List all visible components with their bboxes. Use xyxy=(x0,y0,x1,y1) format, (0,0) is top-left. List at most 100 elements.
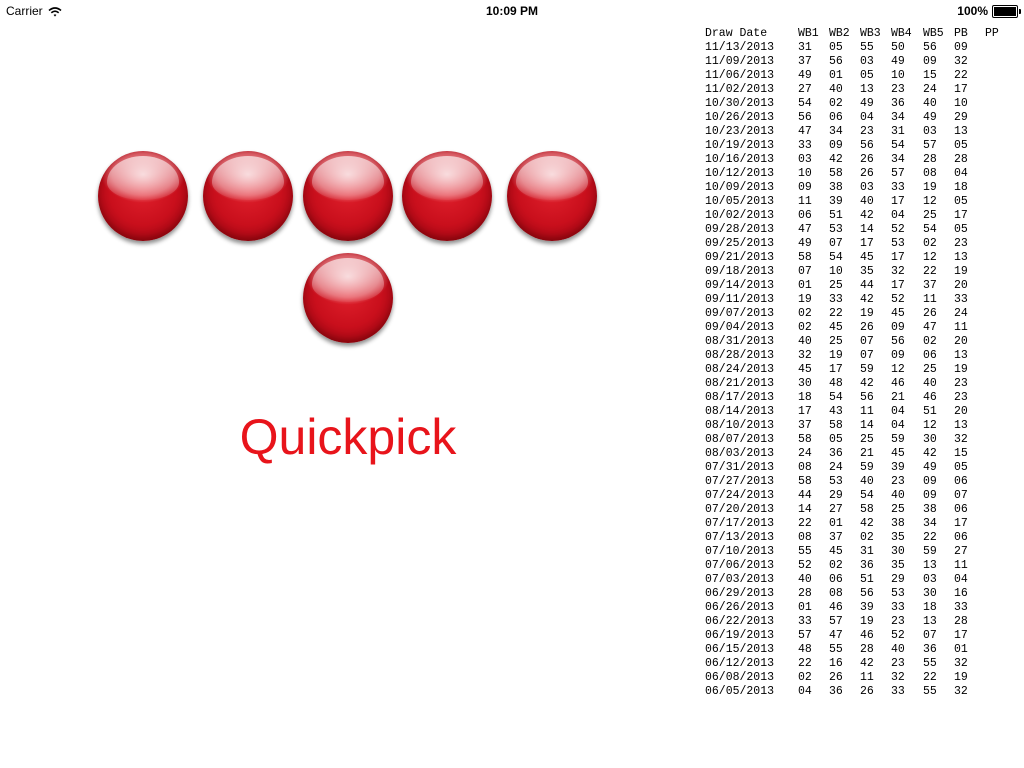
history-cell-wb4: 35 xyxy=(891,559,905,572)
history-cell-wb5: 47 xyxy=(923,321,937,334)
history-row: 06/29/2013 28 08 56 53 30 16 xyxy=(705,587,1024,601)
history-cell-wb1: 55 xyxy=(798,545,812,558)
history-cell-wb5: 19 xyxy=(923,181,937,194)
history-cell-wb2: 16 xyxy=(829,657,843,670)
history-cell-pb: 17 xyxy=(954,629,968,642)
history-cell-wb5: 12 xyxy=(923,251,937,264)
white-ball-3[interactable] xyxy=(303,151,393,241)
history-cell-draw-date: 06/05/2013 xyxy=(705,685,775,698)
white-ball-4[interactable] xyxy=(402,151,492,241)
history-cell-wb4: 12 xyxy=(891,363,905,376)
header-wb5: WB5 xyxy=(923,27,944,40)
history-cell-wb4: 46 xyxy=(891,377,905,390)
history-cell-wb2: 47 xyxy=(829,629,843,642)
history-row: 10/23/2013 47 34 23 31 03 13 xyxy=(705,125,1024,139)
history-cell-wb4: 30 xyxy=(891,545,905,558)
history-cell-wb3: 03 xyxy=(860,181,874,194)
white-ball-5[interactable] xyxy=(507,151,597,241)
history-cell-wb4: 23 xyxy=(891,83,905,96)
history-cell-draw-date: 09/07/2013 xyxy=(705,307,775,320)
history-row: 08/03/2013 24 36 21 45 42 15 xyxy=(705,447,1024,461)
history-cell-wb3: 44 xyxy=(860,279,874,292)
history-row: 07/24/2013 44 29 54 40 09 07 xyxy=(705,489,1024,503)
history-cell-wb1: 33 xyxy=(798,615,812,628)
history-row: 09/28/2013 47 53 14 52 54 05 xyxy=(705,223,1024,237)
white-ball-1[interactable] xyxy=(98,151,188,241)
history-cell-pb: 28 xyxy=(954,153,968,166)
history-cell-draw-date: 10/23/2013 xyxy=(705,125,775,138)
history-cell-pb: 20 xyxy=(954,405,968,418)
history-row: 06/05/2013 04 36 26 33 55 32 xyxy=(705,685,1024,699)
history-cell-wb3: 21 xyxy=(860,447,874,460)
history-cell-wb5: 55 xyxy=(923,685,937,698)
history-cell-wb4: 35 xyxy=(891,531,905,544)
history-cell-wb1: 58 xyxy=(798,251,812,264)
history-cell-wb2: 26 xyxy=(829,671,843,684)
history-cell-wb3: 04 xyxy=(860,111,874,124)
history-cell-wb1: 06 xyxy=(798,209,812,222)
history-row: 08/21/2013 30 48 42 46 40 23 xyxy=(705,377,1024,391)
history-cell-wb2: 34 xyxy=(829,125,843,138)
history-cell-pb: 19 xyxy=(954,265,968,278)
history-cell-draw-date: 08/03/2013 xyxy=(705,447,775,460)
history-cell-wb4: 23 xyxy=(891,615,905,628)
history-cell-pb: 19 xyxy=(954,363,968,376)
history-cell-wb3: 14 xyxy=(860,223,874,236)
history-row: 07/31/2013 08 24 59 39 49 05 xyxy=(705,461,1024,475)
history-cell-wb3: 25 xyxy=(860,433,874,446)
history-cell-wb1: 09 xyxy=(798,181,812,194)
white-ball-2[interactable] xyxy=(203,151,293,241)
history-cell-wb2: 19 xyxy=(829,349,843,362)
history-cell-wb4: 57 xyxy=(891,167,905,180)
header-wb4: WB4 xyxy=(891,27,912,40)
history-cell-wb3: 59 xyxy=(860,461,874,474)
history-cell-wb5: 02 xyxy=(923,237,937,250)
history-cell-wb5: 55 xyxy=(923,657,937,670)
history-row: 11/02/2013 27 40 13 23 24 17 xyxy=(705,83,1024,97)
quickpick-button[interactable]: Quickpick xyxy=(198,408,498,466)
history-cell-wb1: 37 xyxy=(798,419,812,432)
history-cell-wb4: 50 xyxy=(891,41,905,54)
history-cell-wb5: 15 xyxy=(923,69,937,82)
history-cell-pb: 13 xyxy=(954,349,968,362)
history-cell-draw-date: 11/09/2013 xyxy=(705,55,775,68)
history-cell-draw-date: 09/28/2013 xyxy=(705,223,775,236)
history-row: 10/26/2013 56 06 04 34 49 29 xyxy=(705,111,1024,125)
history-cell-wb1: 01 xyxy=(798,279,812,292)
powerball[interactable] xyxy=(303,253,393,343)
history-row: 07/20/2013 14 27 58 25 38 06 xyxy=(705,503,1024,517)
history-cell-wb2: 58 xyxy=(829,419,843,432)
status-bar: Carrier 10:09 PM 100% xyxy=(0,0,1024,20)
history-cell-wb4: 52 xyxy=(891,629,905,642)
history-row: 07/17/2013 22 01 42 38 34 17 xyxy=(705,517,1024,531)
history-cell-wb2: 01 xyxy=(829,517,843,530)
history-cell-pb: 33 xyxy=(954,293,968,306)
history-cell-wb5: 25 xyxy=(923,209,937,222)
history-row: 10/12/2013 10 58 26 57 08 04 xyxy=(705,167,1024,181)
history-cell-wb1: 58 xyxy=(798,433,812,446)
history-cell-wb5: 28 xyxy=(923,153,937,166)
history-cell-wb3: 42 xyxy=(860,517,874,530)
header-pp: PP xyxy=(985,27,999,40)
history-cell-wb4: 09 xyxy=(891,349,905,362)
history-cell-wb4: 39 xyxy=(891,461,905,474)
history-row: 08/28/2013 32 19 07 09 06 13 xyxy=(705,349,1024,363)
draw-history-table[interactable]: Draw Date WB1 WB2 WB3 WB4 WB5 PB PP 11/1… xyxy=(705,27,1024,704)
history-row: 10/30/2013 54 02 49 36 40 10 xyxy=(705,97,1024,111)
history-cell-wb3: 14 xyxy=(860,419,874,432)
history-cell-pb: 04 xyxy=(954,573,968,586)
history-row: 10/19/2013 33 09 56 54 57 05 xyxy=(705,139,1024,153)
history-cell-wb2: 51 xyxy=(829,209,843,222)
history-cell-wb4: 52 xyxy=(891,223,905,236)
history-cell-wb1: 11 xyxy=(798,195,812,208)
history-cell-wb5: 57 xyxy=(923,139,937,152)
history-row: 07/13/2013 08 37 02 35 22 06 xyxy=(705,531,1024,545)
history-cell-wb1: 22 xyxy=(798,517,812,530)
history-cell-wb4: 17 xyxy=(891,251,905,264)
history-cell-wb4: 40 xyxy=(891,643,905,656)
history-cell-wb5: 46 xyxy=(923,391,937,404)
header-wb1: WB1 xyxy=(798,27,819,40)
history-cell-wb4: 31 xyxy=(891,125,905,138)
history-cell-wb5: 49 xyxy=(923,461,937,474)
history-cell-wb2: 24 xyxy=(829,461,843,474)
